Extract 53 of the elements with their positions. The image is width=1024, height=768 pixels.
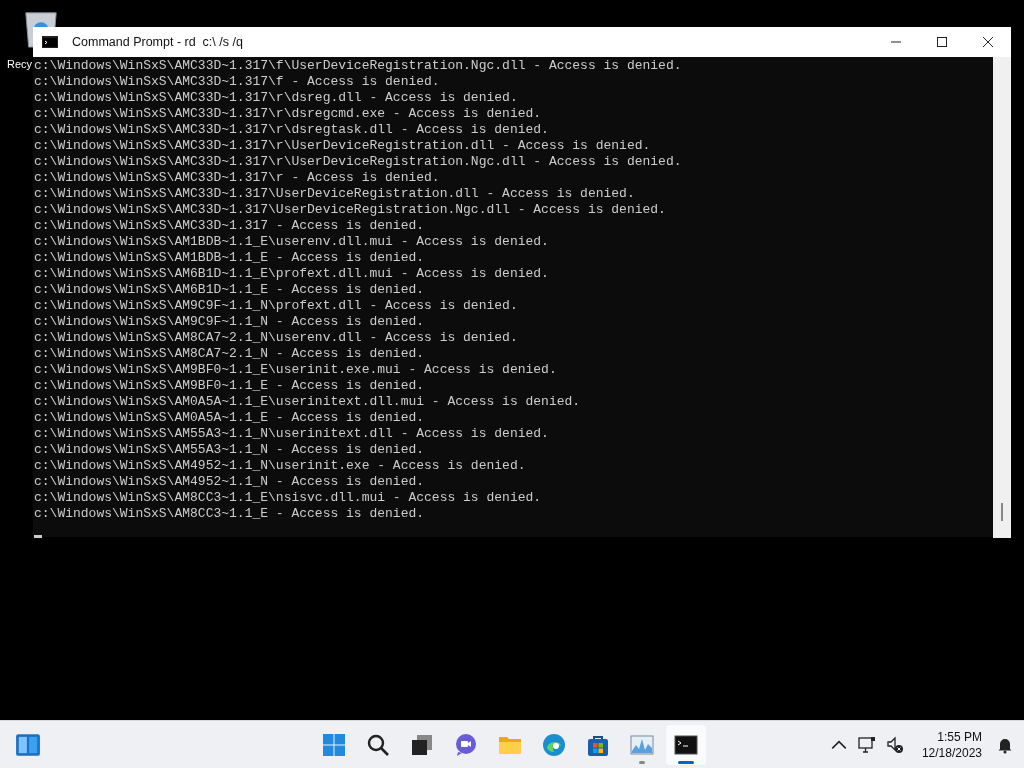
scrollbar[interactable] <box>993 57 1011 538</box>
console-line: c:\Windows\WinSxS\AM8CC3~1.1_E - Access is denied. <box>34 506 426 522</box>
clock-date: 12/18/2023 <box>921 744 982 761</box>
console-line: c:\Windows\WinSxS\AM6B1D~1.1_E\profext.dll.mui - Access is denied. <box>34 266 550 282</box>
desktop-icon-label[interactable]: Recy <box>7 58 33 70</box>
search-icon <box>366 732 390 757</box>
console-line: c:\Windows\WinSxS\AM8CC3~1.1_E\nsisvc.dll.mui - Access is denied. <box>34 490 543 506</box>
console-line: c:\Windows\WinSxS\AMC33D~1.317\UserDeviceRegistration.dll - Access is denied. <box>34 186 636 202</box>
console-line: c:\Windows\WinSxS\AMC33D~1.317\f\UserDeviceRegistration.Ngc.dll - Access is denied. <box>34 58 683 74</box>
console-line: c:\Windows\WinSxS\AM8CA7~2.1_N\userenv.dll - Access is denied. <box>34 330 519 346</box>
console-line: c:\Windows\WinSxS\AMC33D~1.317\r\UserDeviceRegistration.dll - Access is denied. <box>34 138 652 154</box>
text-cursor <box>34 535 42 538</box>
close-icon <box>982 36 994 48</box>
widgets-icon[interactable] <box>15 731 41 758</box>
console-line: c:\Windows\WinSxS\AMC33D~1.317\r\dsregtask.dll - Access is denied. <box>34 122 550 138</box>
console-line: c:\Windows\WinSxS\AM4952~1.1_N\userinit.exe - Access is denied. <box>34 458 527 474</box>
console-line: c:\Windows\WinSxS\AM55A3~1.1_N\userinitext.dll - Access is denied. <box>34 426 550 442</box>
console-line: c:\Windows\WinSxS\AMC33D~1.317\r\dsreg.dll - Access is denied. <box>34 90 519 106</box>
browser-swirl-icon <box>542 732 566 757</box>
console-icon <box>674 732 698 757</box>
console-line: c:\Windows\WinSxS\AMC33D~1.317\r - Access is denied. <box>34 170 441 186</box>
console-line: c:\Windows\WinSxS\AMC33D~1.317 - Access is denied. <box>34 218 426 234</box>
network-monitor-icon[interactable] <box>857 735 876 754</box>
running-indicator <box>639 760 645 764</box>
activity-graph-icon <box>630 732 654 757</box>
console-icon <box>42 36 58 48</box>
console-line: c:\Windows\WinSxS\AMC33D~1.317\UserDeviceRegistration.Ngc.dll - Access is denied. <box>34 202 667 218</box>
taskbar-app[interactable] <box>666 724 706 765</box>
console-line: c:\Windows\WinSxS\AM1BDB~1.1_E\userenv.dll.mui - Access is denied. <box>34 234 550 250</box>
console-line: c:\Windows\WinSxS\AM0A5A~1.1_E - Access is denied. <box>34 410 426 426</box>
scrollbar-thumb[interactable] <box>1001 503 1003 521</box>
console-line: c:\Windows\WinSxS\AMC33D~1.317\r\UserDeviceRegistration.Ngc.dll - Access is denied. <box>34 154 683 170</box>
console-line: c:\Windows\WinSxS\AM0A5A~1.1_E\userinitext.dll.mui - Access is denied. <box>34 394 582 410</box>
console-line: c:\Windows\WinSxS\AM8CA7~2.1_N - Access is denied. <box>34 346 426 362</box>
console-line: c:\Windows\WinSxS\AM9BF0~1.1_E - Access is denied. <box>34 378 426 394</box>
window-title: Command Prompt - rd c:\ /s /q <box>72 35 243 49</box>
chat-camera-icon <box>454 732 478 757</box>
console-line: c:\Windows\WinSxS\AM4952~1.1_N - Access is denied. <box>34 474 426 490</box>
console-line: c:\Windows\WinSxS\AMC33D~1.317\r\dsregcmd.exe - Access is denied. <box>34 106 543 122</box>
maximize-icon <box>936 36 948 48</box>
console-line: c:\Windows\WinSxS\AMC33D~1.317\f - Access is denied. <box>34 74 441 90</box>
console-line: c:\Windows\WinSxS\AM55A3~1.1_N - Access is denied. <box>34 442 426 458</box>
clock[interactable]: 1:55 PM 12/18/2023 <box>921 728 982 761</box>
console-line: c:\Windows\WinSxS\AM9BF0~1.1_E\userinit.exe.mui - Access is denied. <box>34 362 558 378</box>
console-line: c:\Windows\WinSxS\AM9C9F~1.1_N\profext.dll - Access is denied. <box>34 298 519 314</box>
clock-time: 1:55 PM <box>937 728 982 745</box>
windows-logo-icon <box>322 732 346 757</box>
console-line: c:\Windows\WinSxS\AM6B1D~1.1_E - Access is denied. <box>34 282 426 298</box>
console-line: c:\Windows\WinSxS\AM9C9F~1.1_N - Access is denied. <box>34 314 426 330</box>
console-line: c:\Windows\WinSxS\AM1BDB~1.1_E - Access is denied. <box>34 250 426 266</box>
task-view-icon <box>410 732 434 757</box>
speaker-muted-icon[interactable] <box>885 735 904 754</box>
running-indicator <box>678 760 694 764</box>
